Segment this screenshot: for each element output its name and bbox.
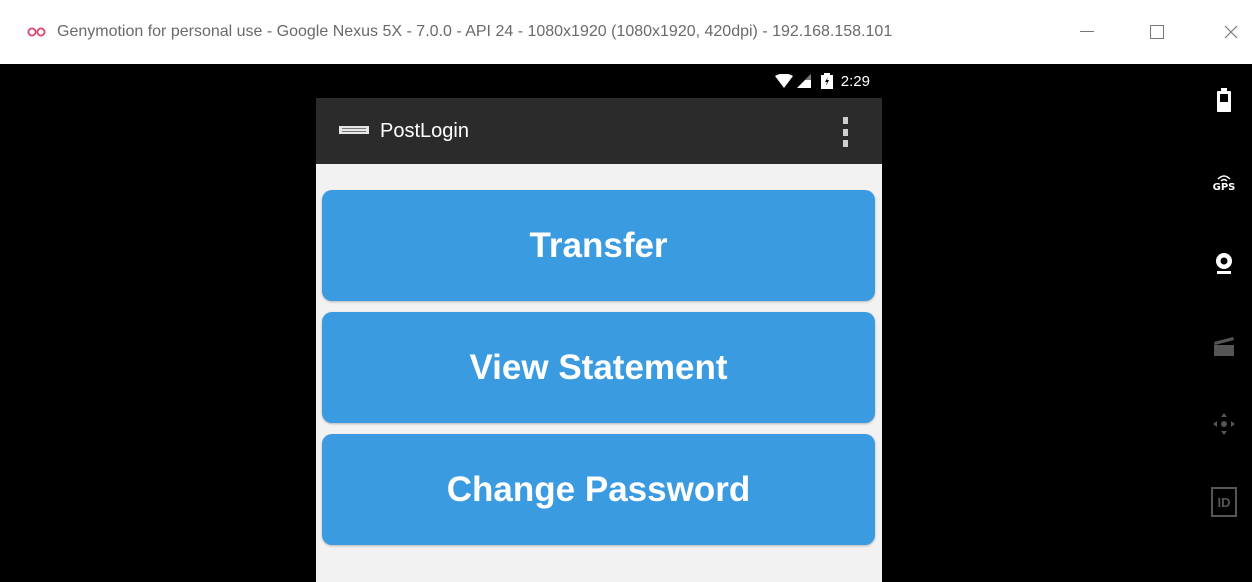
change-password-button[interactable]: Change Password xyxy=(322,434,875,545)
view-statement-button[interactable]: View Statement xyxy=(322,312,875,423)
device-screen[interactable]: 2:29 PostLogin Transfer View Statement C… xyxy=(316,64,882,582)
dpad-tool[interactable] xyxy=(1196,404,1252,444)
battery-tool[interactable] xyxy=(1196,80,1252,120)
transfer-button[interactable]: Transfer xyxy=(322,190,875,301)
app-title: PostLogin xyxy=(380,120,469,142)
genymotion-toolbar: GPS ID xyxy=(1196,64,1252,582)
gps-label: GPS xyxy=(1212,182,1236,193)
close-icon xyxy=(1224,25,1238,39)
minimize-icon xyxy=(1080,31,1094,32)
app-toolbar: PostLogin xyxy=(316,98,882,164)
genymotion-logo-icon xyxy=(27,27,47,37)
capture-tool[interactable] xyxy=(1196,326,1252,366)
dpad-icon xyxy=(1213,413,1235,435)
minimize-button[interactable] xyxy=(1062,0,1112,64)
battery-icon xyxy=(1217,88,1231,112)
maximize-icon xyxy=(1150,25,1164,39)
app-icon xyxy=(339,126,369,134)
webcam-icon xyxy=(1216,253,1232,274)
gps-tool[interactable]: GPS xyxy=(1196,164,1252,204)
device-id-tool[interactable]: ID xyxy=(1196,482,1252,522)
signal-icon xyxy=(796,74,811,88)
webcam-tool[interactable] xyxy=(1196,244,1252,284)
maximize-button[interactable] xyxy=(1132,0,1182,64)
id-label: ID xyxy=(1217,494,1231,510)
android-status-bar: 2:29 xyxy=(316,64,882,98)
capture-icon xyxy=(1214,337,1234,356)
window-titlebar[interactable]: Genymotion for personal use - Google Nex… xyxy=(0,0,1252,64)
overflow-menu-icon[interactable] xyxy=(836,117,854,147)
main-content: Transfer View Statement Change Password xyxy=(316,164,882,582)
status-time: 2:29 xyxy=(840,72,870,90)
window-title: Genymotion for personal use - Google Nex… xyxy=(57,23,893,40)
close-button[interactable] xyxy=(1206,0,1252,64)
battery-icon xyxy=(820,73,833,89)
wifi-icon xyxy=(774,74,793,88)
